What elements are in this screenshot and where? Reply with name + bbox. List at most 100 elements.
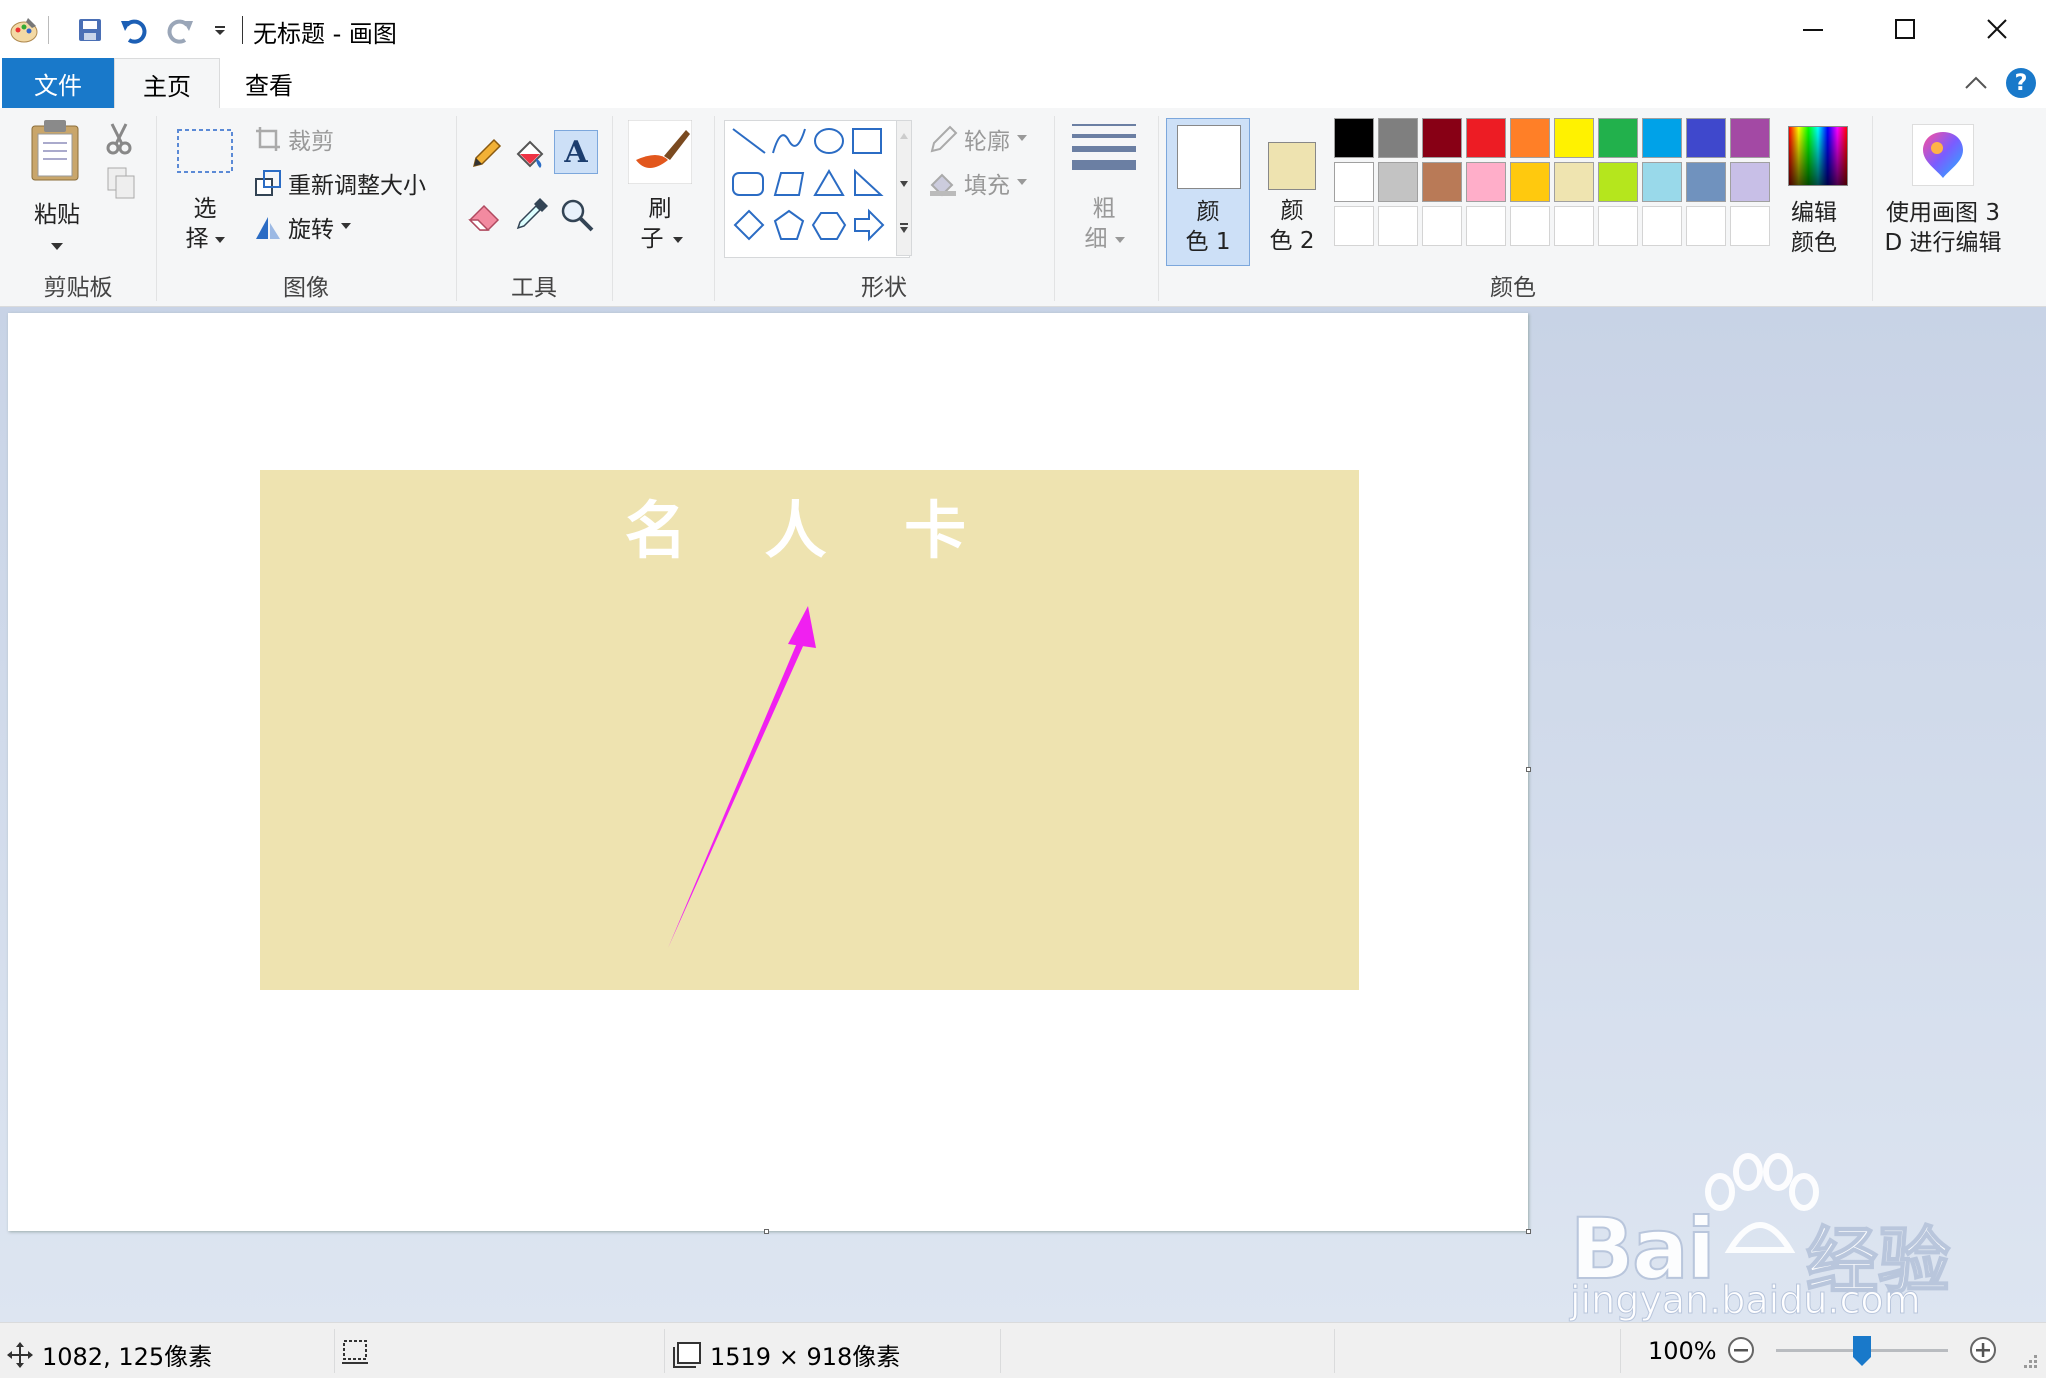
pencil-icon[interactable] — [468, 136, 504, 172]
resize-handle-right[interactable] — [1526, 767, 1531, 772]
palette-swatch[interactable] — [1422, 118, 1462, 158]
image-size-icon — [673, 1341, 701, 1368]
magnifier-icon[interactable] — [558, 196, 596, 234]
palette-swatch[interactable] — [1642, 206, 1682, 246]
cursor-position: 1082, 125像素 — [6, 1337, 212, 1372]
color1-button[interactable]: 颜 色 1 — [1166, 118, 1250, 266]
outline-button[interactable]: 轮廓 — [928, 122, 1028, 156]
edit-colors-label-1: 编辑 — [1791, 200, 1837, 226]
palette-swatch[interactable] — [1730, 206, 1770, 246]
shapes-gallery-icons[interactable] — [729, 125, 905, 253]
palette-swatch[interactable] — [1334, 118, 1374, 158]
color2-label-2: 色 2 — [1269, 228, 1315, 254]
status-separator — [334, 1329, 335, 1373]
paint3d-button[interactable]: 使用画图 3 D 进行编辑 — [1874, 118, 2014, 268]
palette-swatch[interactable] — [1466, 118, 1506, 158]
eraser-icon[interactable] — [466, 196, 504, 234]
fill-dropdown-icon — [1017, 179, 1027, 185]
crop-button[interactable]: 裁剪 — [254, 122, 334, 156]
paint3d-label-2: D 进行编辑 — [1884, 230, 2002, 256]
paint-app-icon[interactable] — [6, 12, 42, 48]
outline-dropdown-icon — [1017, 135, 1027, 141]
zoom-out-icon[interactable] — [1726, 1335, 1756, 1365]
image-size: 1519 × 918像素 — [672, 1337, 900, 1372]
tab-view[interactable]: 查看 — [228, 58, 310, 108]
maximize-button[interactable] — [1860, 0, 1950, 58]
outline-label: 轮廓 — [964, 129, 1010, 155]
close-button[interactable] — [1952, 0, 2042, 58]
palette-swatch[interactable] — [1730, 118, 1770, 158]
resize-handle-corner[interactable] — [1526, 1229, 1531, 1234]
paint3d-icon — [1912, 124, 1974, 186]
ribbon: 粘贴 剪贴板 选 择 裁剪 重新调整大小 旋转 图像 A 工具 刷 子 轮廓 填… — [0, 108, 2046, 307]
size-button[interactable]: 粗 细 — [1064, 122, 1144, 262]
palette-swatch[interactable] — [1334, 206, 1374, 246]
palette-swatch[interactable] — [1334, 162, 1374, 202]
color-spectrum-icon — [1788, 126, 1848, 186]
palette-swatch[interactable] — [1642, 118, 1682, 158]
zoom-slider-thumb[interactable] — [1852, 1335, 1872, 1367]
palette-swatch[interactable] — [1510, 118, 1550, 158]
text-tool-icon[interactable]: A — [554, 130, 598, 174]
palette-swatch[interactable] — [1730, 162, 1770, 202]
help-icon[interactable]: ? — [2006, 68, 2036, 98]
arrow-shape[interactable] — [260, 470, 1359, 990]
collapse-ribbon-icon[interactable] — [1962, 70, 1990, 98]
save-icon[interactable] — [72, 12, 108, 48]
fill-bucket-icon[interactable] — [512, 136, 548, 172]
palette-swatch[interactable] — [1378, 118, 1418, 158]
palette-swatch[interactable] — [1378, 206, 1418, 246]
color-palette — [1334, 118, 1774, 258]
palette-swatch[interactable] — [1686, 162, 1726, 202]
palette-swatch[interactable] — [1510, 206, 1550, 246]
fill-button[interactable]: 填充 — [928, 166, 1028, 200]
palette-swatch[interactable] — [1598, 162, 1638, 202]
palette-swatch[interactable] — [1422, 206, 1462, 246]
palette-swatch[interactable] — [1466, 162, 1506, 202]
clipboard-group-label: 剪贴板 — [43, 275, 113, 301]
drawing-canvas[interactable]: 名 人 卡 — [8, 313, 1528, 1231]
palette-swatch[interactable] — [1554, 206, 1594, 246]
resize-grip-icon[interactable] — [2020, 1351, 2040, 1371]
selection-size — [340, 1337, 370, 1365]
color2-label-1: 颜 — [1280, 198, 1304, 224]
customize-quick-access-icon[interactable] — [202, 12, 238, 48]
undo-icon[interactable] — [116, 12, 152, 48]
paste-button[interactable]: 粘贴 — [22, 118, 92, 268]
tab-home[interactable]: 主页 — [114, 58, 220, 110]
palette-swatch[interactable] — [1554, 118, 1594, 158]
palette-swatch[interactable] — [1686, 206, 1726, 246]
select-button[interactable]: 选 择 — [170, 128, 240, 268]
paint3d-label-1: 使用画图 3 — [1886, 200, 2000, 226]
color2-button[interactable]: 颜 色 2 — [1252, 118, 1336, 266]
select-label-1: 选 — [193, 196, 217, 222]
palette-swatch[interactable] — [1598, 118, 1638, 158]
selection-size-icon — [342, 1340, 368, 1364]
edit-colors-button[interactable]: 编辑 颜色 — [1778, 118, 1852, 268]
cut-icon[interactable] — [102, 122, 136, 156]
redo-icon[interactable] — [162, 12, 198, 48]
color-picker-icon[interactable] — [512, 196, 550, 234]
shapes-scrollbar[interactable] — [896, 120, 912, 256]
palette-swatch[interactable] — [1554, 162, 1594, 202]
minimize-button[interactable] — [1768, 0, 1858, 58]
palette-swatch[interactable] — [1642, 162, 1682, 202]
tab-file[interactable]: 文件 — [2, 58, 114, 108]
palette-swatch[interactable] — [1466, 206, 1506, 246]
palette-swatch[interactable] — [1422, 162, 1462, 202]
copy-icon[interactable] — [104, 166, 138, 200]
palette-swatch[interactable] — [1510, 162, 1550, 202]
color1-swatch — [1177, 125, 1241, 189]
palette-swatch[interactable] — [1378, 162, 1418, 202]
palette-swatch[interactable] — [1598, 206, 1638, 246]
palette-swatch[interactable] — [1686, 118, 1726, 158]
resize-label: 重新调整大小 — [288, 173, 426, 199]
brushes-button[interactable]: 刷 子 — [622, 120, 698, 270]
color2-swatch — [1268, 142, 1316, 190]
rotate-button[interactable]: 旋转 — [254, 210, 352, 244]
zoom-slider[interactable] — [1776, 1336, 1948, 1366]
zoom-in-icon[interactable] — [1968, 1335, 1998, 1365]
resize-handle-bottom[interactable] — [764, 1229, 769, 1234]
resize-button[interactable]: 重新调整大小 — [254, 166, 426, 200]
image-size-text: 1519 × 918像素 — [710, 1343, 901, 1371]
